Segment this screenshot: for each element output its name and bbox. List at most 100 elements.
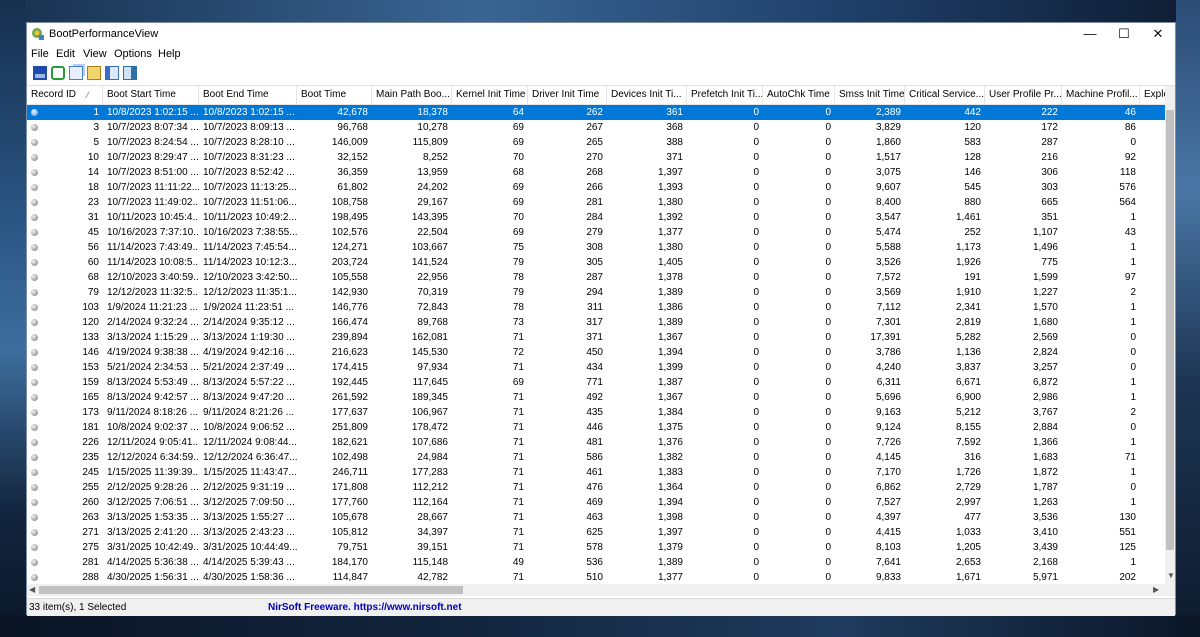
table-row[interactable]: 173 9/11/2024 8:18:26 ... 9/11/2024 8:21:2…: [27, 405, 1165, 420]
save-icon[interactable]: [33, 66, 47, 80]
table-row[interactable]: 10 10/7/2023 8:29:47 ... 10/7/2023 8:31:23…: [27, 150, 1165, 165]
copy-icon[interactable]: [69, 66, 83, 80]
cell-main-path-boot: 103,667: [411, 242, 448, 253]
cell-devices-init-time: 1,389: [657, 317, 683, 328]
column-header-devices-init-time[interactable]: Devices Init Ti...: [607, 86, 687, 104]
cell-machine-profile: 551: [1119, 527, 1136, 538]
html-report-icon[interactable]: [105, 66, 119, 80]
cell-machine-profile: 0: [1130, 362, 1136, 373]
cell-machine-profile: 1: [1130, 212, 1136, 223]
cell-boot-end-time: 10/8/2023 1:02:15 ...: [203, 107, 295, 118]
table-row[interactable]: 281 4/14/2025 5:36:38 ... 4/14/2025 5:39:4…: [27, 555, 1165, 570]
cell-boot-start-time: 9/11/2024 8:18:26 ...: [107, 407, 199, 418]
table-row[interactable]: 68 12/10/2023 3:40:59... 12/10/2023 3:42:5…: [27, 270, 1165, 285]
table-row[interactable]: 1 10/8/2023 1:02:15 ... 10/8/2023 1:02:15 …: [27, 105, 1165, 120]
cell-kernel-init-time: 73: [512, 317, 524, 328]
table-row[interactable]: 146 4/19/2024 9:38:38 ... 4/19/2024 9:42:1…: [27, 345, 1165, 360]
nirsoft-link[interactable]: NirSoft Freeware. https://www.nirsoft.ne…: [268, 602, 462, 613]
column-header-main-path-boot[interactable]: Main Path Boo...: [372, 86, 452, 104]
table-row[interactable]: 255 2/12/2025 9:28:26 ... 2/12/2025 9:31:1…: [27, 480, 1165, 495]
table-row[interactable]: 45 10/16/2023 7:37:10... 10/16/2023 7:38:5…: [27, 225, 1165, 240]
table-row[interactable]: 103 1/9/2024 11:21:23 ... 1/9/2024 11:23:5…: [27, 300, 1165, 315]
menu-file[interactable]: File: [31, 48, 49, 60]
table-row[interactable]: 153 5/21/2024 2:34:53 ... 5/21/2024 2:37:4…: [27, 360, 1165, 375]
cell-main-path-boot: 29,167: [417, 197, 448, 208]
column-header-machine-profile[interactable]: Machine Profil...: [1062, 86, 1140, 104]
table-row[interactable]: 133 3/13/2024 1:15:29 ... 3/13/2024 1:19:3…: [27, 330, 1165, 345]
table-row[interactable]: 60 11/14/2023 10:08:5... 11/14/2023 10:12:…: [27, 255, 1165, 270]
column-header-critical-services[interactable]: Critical Service...: [905, 86, 985, 104]
scroll-down-arrow-icon[interactable]: ▼: [1167, 571, 1175, 580]
refresh-icon[interactable]: [51, 66, 65, 80]
cell-smss-init-time: 9,124: [875, 422, 901, 433]
table-row[interactable]: 3 10/7/2023 8:07:34 ... 10/7/2023 8:09:13 …: [27, 120, 1165, 135]
table-row[interactable]: 79 12/12/2023 11:32:5... 12/12/2023 11:35:…: [27, 285, 1165, 300]
exit-icon[interactable]: [123, 66, 137, 80]
cell-boot-time: 146,776: [331, 302, 368, 313]
cell-boot-start-time: 4/30/2025 1:56:31 ...: [107, 572, 199, 583]
cell-kernel-init-time: 71: [512, 452, 524, 463]
table-row[interactable]: 271 3/13/2025 2:41:20 ... 3/13/2025 2:43:2…: [27, 525, 1165, 540]
horizontal-scrollbar[interactable]: ◀ ▶: [27, 584, 1175, 596]
cell-prefetch-init-time: 0: [753, 122, 759, 133]
minimize-button[interactable]: —: [1073, 23, 1107, 45]
cell-boot-time: 177,760: [331, 497, 368, 508]
table-row[interactable]: 14 10/7/2023 8:51:00 ... 10/7/2023 8:52:42…: [27, 165, 1165, 180]
column-header-prefetch-init-time[interactable]: Prefetch Init Ti...: [687, 86, 763, 104]
menu-view[interactable]: View: [83, 48, 107, 60]
column-header-boot-end-time[interactable]: Boot End Time: [199, 86, 297, 104]
table-row[interactable]: 235 12/12/2024 6:34:59... 12/12/2024 6:36:…: [27, 450, 1165, 465]
table-row[interactable]: 120 2/14/2024 9:32:24 ... 2/14/2024 9:35:1…: [27, 315, 1165, 330]
table-row[interactable]: 18 10/7/2023 11:11:22... 10/7/2023 11:13:2…: [27, 180, 1165, 195]
table-row[interactable]: 181 10/8/2024 9:02:37 ... 10/8/2024 9:06:5…: [27, 420, 1165, 435]
column-header-boot-start-time[interactable]: Boot Start Time: [103, 86, 199, 104]
column-header-user-profile[interactable]: User Profile Pr...: [985, 86, 1062, 104]
cell-user-profile: 216: [1041, 152, 1058, 163]
column-header-boot-time[interactable]: Boot Time: [297, 86, 372, 104]
scroll-left-arrow-icon[interactable]: ◀: [29, 585, 35, 594]
vertical-scroll-thumb[interactable]: [1166, 110, 1174, 550]
menu-edit[interactable]: Edit: [56, 48, 75, 60]
cell-smss-init-time: 5,588: [875, 242, 901, 253]
cell-autochk-time: 0: [825, 227, 831, 238]
column-header-smss-init-time[interactable]: Smss Init Time: [835, 86, 905, 104]
cell-record-id: 79: [87, 287, 99, 298]
cell-critical-services: 545: [964, 182, 981, 193]
cell-kernel-init-time: 78: [512, 302, 524, 313]
table-row[interactable]: 263 3/13/2025 1:53:35 ... 3/13/2025 1:55:2…: [27, 510, 1165, 525]
cell-prefetch-init-time: 0: [753, 272, 759, 283]
table-row[interactable]: 23 10/7/2023 11:49:02... 10/7/2023 11:51:0…: [27, 195, 1165, 210]
cell-kernel-init-time: 49: [512, 557, 524, 568]
cell-critical-services: 583: [964, 137, 981, 148]
maximize-button[interactable]: ☐: [1107, 23, 1141, 45]
table-row[interactable]: 31 10/11/2023 10:45:4... 10/11/2023 10:49:…: [27, 210, 1165, 225]
column-header-kernel-init-time[interactable]: Kernel Init Time: [452, 86, 528, 104]
column-header-driver-init-time[interactable]: Driver Init Time: [528, 86, 607, 104]
cell-autochk-time: 0: [825, 317, 831, 328]
table-row[interactable]: 275 3/31/2025 10:42:49... 3/31/2025 10:44:…: [27, 540, 1165, 555]
table-row[interactable]: 5 10/7/2023 8:24:54 ... 10/7/2023 8:28:10 …: [27, 135, 1165, 150]
column-header-autochk-time[interactable]: AutoChk Time: [763, 86, 835, 104]
horizontal-scroll-thumb[interactable]: [39, 586, 463, 594]
table-row[interactable]: 56 11/14/2023 7:43:49... 11/14/2023 7:45:5…: [27, 240, 1165, 255]
cell-driver-init-time: 435: [586, 407, 603, 418]
table-row[interactable]: 165 8/13/2024 9:42:57 ... 8/13/2024 9:47:2…: [27, 390, 1165, 405]
menu-help[interactable]: Help: [158, 48, 181, 60]
properties-icon[interactable]: [87, 66, 101, 80]
table-row[interactable]: 288 4/30/2025 1:56:31 ... 4/30/2025 1:58:3…: [27, 570, 1165, 584]
column-header-explorer-init[interactable]: Explorer In: [1140, 86, 1165, 104]
cell-explorer-init: [1140, 345, 1165, 360]
table-row[interactable]: 260 3/12/2025 7:06:51 ... 3/12/2025 7:09:5…: [27, 495, 1165, 510]
table-row[interactable]: 159 8/13/2024 5:53:49 ... 8/13/2024 5:57:2…: [27, 375, 1165, 390]
vertical-scrollbar[interactable]: ▼: [1165, 86, 1175, 584]
table-row[interactable]: 245 1/15/2025 11:39:39... 1/15/2025 11:43:…: [27, 465, 1165, 480]
close-button[interactable]: ✕: [1141, 23, 1175, 45]
table-row[interactable]: 226 12/11/2024 9:05:41... 12/11/2024 9:08:…: [27, 435, 1165, 450]
scroll-right-arrow-icon[interactable]: ▶: [1153, 585, 1159, 594]
cell-user-profile: 1,570: [1032, 302, 1058, 313]
cell-critical-services: 7,592: [955, 437, 981, 448]
menu-options[interactable]: Options: [114, 48, 152, 60]
column-header-record-id[interactable]: Record ID: [27, 86, 103, 104]
cell-boot-start-time: 10/7/2023 11:49:02...: [107, 197, 199, 208]
title-bar[interactable]: BootPerformanceView — ☐ ✕: [27, 23, 1175, 45]
